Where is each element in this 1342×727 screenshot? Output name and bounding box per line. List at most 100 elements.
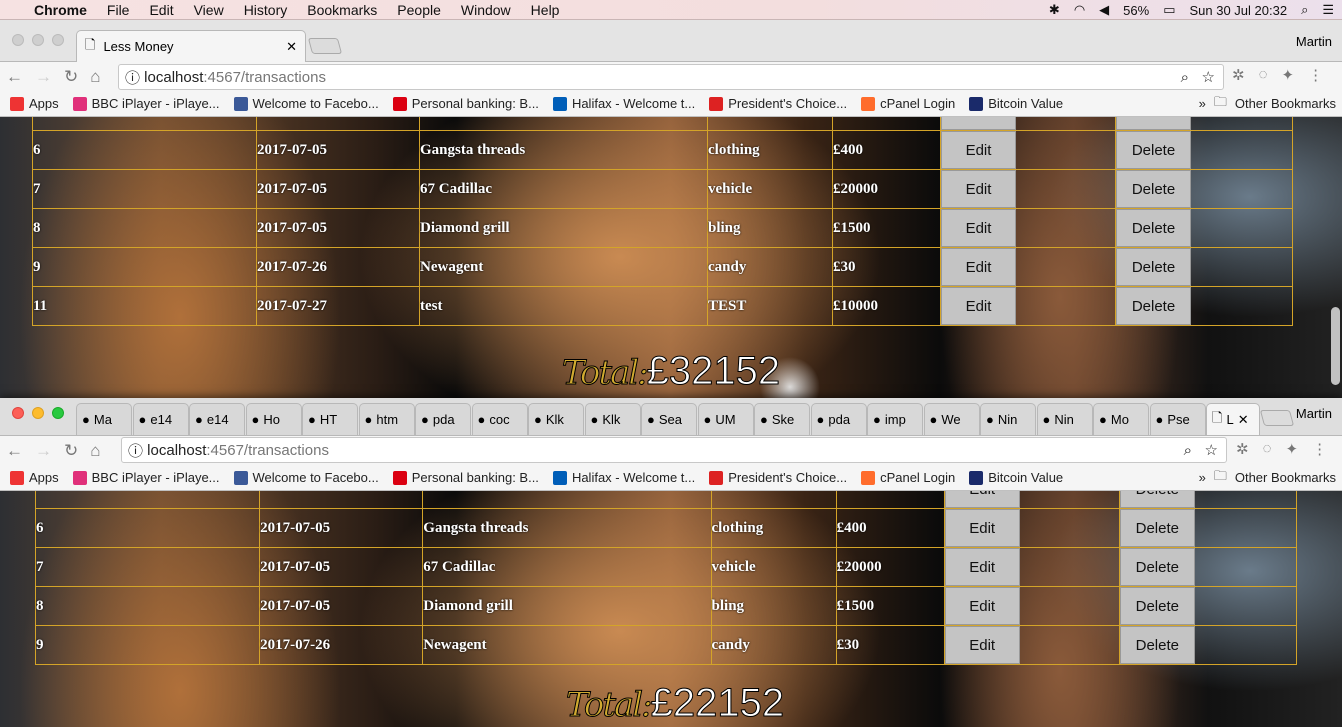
bookmark-item[interactable]: Bitcoin Value bbox=[969, 470, 1063, 485]
bookmark-item[interactable]: Welcome to Facebo... bbox=[233, 96, 379, 111]
edit-button[interactable]: Edit bbox=[941, 117, 1016, 130]
menu-window[interactable]: Window bbox=[451, 2, 521, 18]
edit-button[interactable]: Edit bbox=[941, 170, 1016, 208]
extension-icon[interactable]: ✦ bbox=[1282, 66, 1295, 84]
forward-icon[interactable]: → bbox=[35, 67, 52, 87]
back-icon[interactable]: ← bbox=[6, 67, 23, 87]
menu-people[interactable]: People bbox=[387, 2, 451, 18]
star-icon[interactable]: ☆ bbox=[1202, 68, 1215, 86]
browser-tab[interactable]: ● Nin bbox=[1036, 403, 1093, 435]
chrome-menu-icon[interactable]: ⋮ bbox=[1312, 440, 1327, 458]
other-bookmarks[interactable]: » 🗀 Other Bookmarks bbox=[1199, 467, 1336, 489]
battery-icon[interactable]: ▭ bbox=[1163, 2, 1175, 18]
edit-button[interactable]: Edit bbox=[941, 131, 1016, 169]
delete-button[interactable]: Delete bbox=[1116, 248, 1191, 286]
bookmark-item[interactable]: Personal banking: B... bbox=[392, 470, 539, 485]
delete-button[interactable]: Delete bbox=[1116, 131, 1191, 169]
bookmark-item[interactable]: President's Choice... bbox=[709, 470, 847, 485]
browser-tab[interactable]: ● Mo bbox=[1093, 403, 1149, 435]
wifi-icon[interactable]: ◠ bbox=[1074, 2, 1085, 18]
chevron-icon[interactable]: » bbox=[1199, 96, 1206, 111]
browser-tab[interactable]: ● Sea bbox=[641, 403, 697, 435]
back-icon[interactable]: ← bbox=[6, 441, 23, 461]
menu-file[interactable]: File bbox=[97, 2, 140, 18]
edit-button[interactable]: Edit bbox=[944, 626, 1020, 664]
delete-button[interactable]: Delete bbox=[1116, 287, 1191, 325]
delete-button[interactable]: Delete bbox=[1116, 170, 1191, 208]
other-bookmarks[interactable]: » 🗀 Other Bookmarks bbox=[1199, 93, 1336, 115]
profile-name[interactable]: Martin bbox=[1296, 406, 1332, 421]
address-bar[interactable]: ⓘ localhost:4567/transactions ⌕ ☆ bbox=[118, 64, 1224, 90]
menu-help[interactable]: Help bbox=[521, 2, 570, 18]
bookmark-item[interactable]: Halifax - Welcome t... bbox=[552, 470, 695, 485]
extension-icon[interactable]: ✲ bbox=[1236, 440, 1249, 458]
browser-tab[interactable]: ● imp bbox=[867, 403, 923, 435]
zoom-icon[interactable]: ⌕ bbox=[1184, 442, 1192, 459]
bookmark-item[interactable]: cPanel Login bbox=[861, 96, 955, 111]
bookmark-item[interactable]: BBC iPlayer - iPlaye... bbox=[72, 470, 220, 485]
browser-tab[interactable]: ● Klk bbox=[528, 403, 584, 435]
scrollbar-thumb[interactable] bbox=[1331, 307, 1340, 385]
volume-icon[interactable]: ◀ bbox=[1099, 2, 1109, 18]
bookmark-item[interactable]: Personal banking: B... bbox=[392, 96, 539, 111]
browser-tab[interactable]: ● coc bbox=[471, 403, 528, 435]
chevron-icon[interactable]: » bbox=[1199, 470, 1206, 485]
bookmark-item[interactable]: Welcome to Facebo... bbox=[233, 470, 379, 485]
menu-view[interactable]: View bbox=[184, 2, 234, 18]
menu-edit[interactable]: Edit bbox=[139, 2, 183, 18]
browser-tab[interactable]: ● Klk bbox=[584, 403, 641, 435]
browser-tab[interactable]: ● We bbox=[923, 403, 980, 435]
edit-button[interactable]: Edit bbox=[944, 548, 1020, 586]
bookmark-item[interactable]: Halifax - Welcome t... bbox=[552, 96, 695, 111]
forward-icon[interactable]: → bbox=[35, 441, 52, 461]
tab-less-money[interactable]: 🗋 Less Money ✕ bbox=[76, 30, 306, 62]
bookmark-item[interactable]: Apps bbox=[10, 96, 59, 111]
extension-icon[interactable]: ◌ bbox=[1263, 440, 1272, 458]
bookmark-item[interactable]: Bitcoin Value bbox=[969, 96, 1063, 111]
edit-button[interactable]: Edit bbox=[944, 509, 1020, 547]
bluetooth-icon[interactable]: ✱ bbox=[1049, 2, 1060, 18]
edit-button[interactable]: Edit bbox=[944, 587, 1020, 625]
window-controls[interactable] bbox=[12, 407, 64, 419]
bookmark-item[interactable]: BBC iPlayer - iPlaye... bbox=[72, 96, 220, 111]
delete-button[interactable]: Delete bbox=[1119, 509, 1195, 547]
chrome-menu-icon[interactable]: ⋮ bbox=[1308, 66, 1323, 84]
address-bar[interactable]: ⓘ localhost:4567/transactions ⌕ ☆ bbox=[121, 437, 1227, 463]
reload-icon[interactable]: ↻ bbox=[64, 67, 78, 87]
delete-button[interactable]: Delete bbox=[1119, 587, 1195, 625]
browser-tab[interactable]: ● Pse bbox=[1149, 403, 1206, 435]
edit-button[interactable]: Edit bbox=[941, 287, 1016, 325]
bookmark-item[interactable]: cPanel Login bbox=[861, 470, 955, 485]
close-tab-icon[interactable]: ✕ bbox=[286, 39, 297, 55]
browser-tab[interactable]: ● htm bbox=[358, 403, 415, 435]
browser-tab[interactable]: ● Ma bbox=[76, 403, 132, 435]
spotlight-icon[interactable]: ⌕ bbox=[1301, 2, 1308, 18]
profile-name[interactable]: Martin bbox=[1296, 34, 1332, 49]
notification-center-icon[interactable]: ☰ bbox=[1322, 2, 1334, 18]
delete-button[interactable]: Delete bbox=[1116, 117, 1191, 130]
home-icon[interactable]: ⌂ bbox=[90, 67, 100, 87]
menu-chrome[interactable]: Chrome bbox=[24, 2, 97, 18]
browser-tab[interactable]: ● pda bbox=[415, 403, 471, 435]
browser-tab[interactable]: ● e14 bbox=[132, 403, 189, 435]
clock[interactable]: Sun 30 Jul 20:32 bbox=[1189, 3, 1287, 18]
delete-button[interactable]: Delete bbox=[1119, 626, 1195, 664]
close-tab-icon[interactable]: ✕ bbox=[1238, 412, 1249, 428]
bookmark-item[interactable]: President's Choice... bbox=[709, 96, 847, 111]
new-tab-button[interactable] bbox=[307, 38, 343, 54]
home-icon[interactable]: ⌂ bbox=[90, 441, 100, 461]
browser-tab[interactable]: ● UM bbox=[697, 403, 754, 435]
delete-button[interactable]: Delete bbox=[1116, 209, 1191, 247]
browser-tab[interactable]: ● Ske bbox=[754, 403, 810, 435]
menu-history[interactable]: History bbox=[234, 2, 298, 18]
menu-bookmarks[interactable]: Bookmarks bbox=[297, 2, 387, 18]
delete-button[interactable]: Delete bbox=[1119, 491, 1195, 508]
window-controls[interactable] bbox=[12, 34, 64, 46]
browser-tab[interactable]: ● Nin bbox=[980, 403, 1036, 435]
browser-tab[interactable]: 🗋 L ✕ bbox=[1206, 403, 1260, 435]
star-icon[interactable]: ☆ bbox=[1205, 441, 1218, 459]
battery-percent[interactable]: 56% bbox=[1123, 3, 1149, 18]
edit-button[interactable]: Edit bbox=[941, 248, 1016, 286]
edit-button[interactable]: Edit bbox=[944, 491, 1020, 508]
browser-tab[interactable]: ● Ho bbox=[245, 403, 302, 435]
